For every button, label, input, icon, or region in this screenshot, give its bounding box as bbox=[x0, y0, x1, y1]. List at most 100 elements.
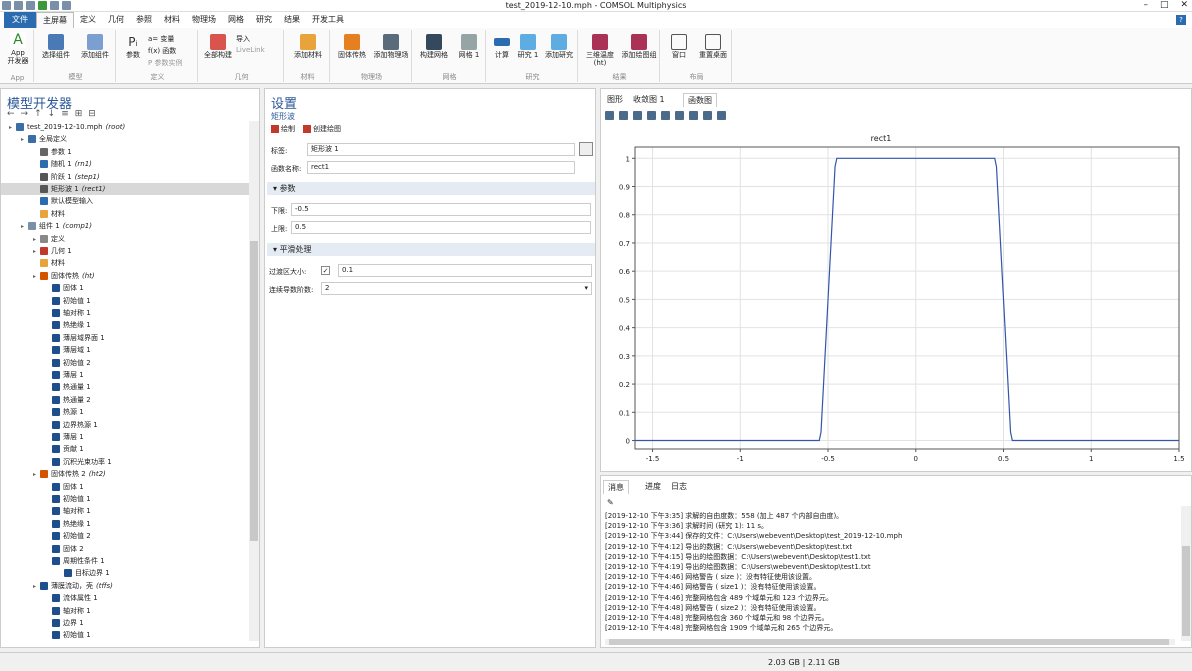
tree-item[interactable]: 轴对称 1 bbox=[1, 505, 249, 517]
heat-transfer-button[interactable]: 固体传热 bbox=[334, 34, 370, 59]
expand-icon[interactable]: ⊞ bbox=[75, 109, 83, 119]
function-name-field[interactable]: rect1 bbox=[307, 161, 575, 174]
tree-item[interactable]: ▸ 组件 1 (comp1) bbox=[1, 220, 249, 232]
table-icon[interactable] bbox=[661, 111, 670, 120]
tree-item[interactable]: ▸ 固体传热 2 (ht2) bbox=[1, 468, 249, 480]
windows-button[interactable]: 窗口 bbox=[664, 34, 694, 59]
parameter-case-button[interactable]: P 参数实例 bbox=[148, 58, 182, 68]
tree-item[interactable]: 随机 1 (rn1) bbox=[1, 158, 249, 170]
tree-item[interactable]: 固体 1 bbox=[1, 282, 249, 294]
build-mesh-button[interactable]: 构建网格 bbox=[416, 34, 452, 59]
tree-item[interactable]: 沉积光束功率 1 bbox=[1, 456, 249, 468]
tree-item[interactable]: 热绝缘 1 bbox=[1, 518, 249, 530]
tree-item[interactable]: 参数 1 bbox=[1, 146, 249, 158]
expand-toggle-icon[interactable]: ▸ bbox=[33, 581, 40, 593]
tree-item[interactable]: 周期性条件 1 bbox=[1, 555, 249, 567]
tree-item[interactable]: 目标边界 1 bbox=[1, 567, 249, 579]
tree-item[interactable]: 阶跃 1 (step1) bbox=[1, 171, 249, 183]
temperature-3d-button[interactable]: 三维温度 (ht) bbox=[582, 34, 618, 67]
tab-study[interactable]: 研究 bbox=[250, 12, 278, 28]
settings-icon[interactable] bbox=[689, 111, 698, 120]
tab-function-plot[interactable]: 函数图 bbox=[683, 93, 717, 107]
reset-desktop-button[interactable]: 重置桌面 bbox=[696, 34, 730, 59]
plot-button[interactable]: 绘制 bbox=[271, 124, 295, 134]
tree-item[interactable]: 流体属性 1 bbox=[1, 592, 249, 604]
tree-item[interactable]: 薄层 1 bbox=[1, 369, 249, 381]
help-icon[interactable]: ? bbox=[1176, 15, 1186, 25]
expand-toggle-icon[interactable]: ▸ bbox=[33, 469, 40, 481]
tree-item[interactable]: 热源 1 bbox=[1, 406, 249, 418]
tree-item[interactable]: 薄层 1 bbox=[1, 431, 249, 443]
print-icon[interactable] bbox=[717, 111, 726, 120]
compute-button[interactable]: 计算 bbox=[490, 34, 514, 59]
messages-scrollbar[interactable] bbox=[1181, 506, 1191, 641]
tree-item[interactable]: 边界热源 1 bbox=[1, 419, 249, 431]
tree-item[interactable]: ▸ 固体传热 (ht) bbox=[1, 270, 249, 282]
label-field[interactable]: 矩形波 1 bbox=[307, 143, 575, 156]
tree-item[interactable]: 材料 bbox=[1, 208, 249, 220]
upper-limit-field[interactable]: 0.5 bbox=[291, 221, 591, 234]
forward-icon[interactable]: → bbox=[21, 109, 29, 119]
tree-item[interactable]: 热通量 2 bbox=[1, 394, 249, 406]
show-icon[interactable]: ≡ bbox=[61, 109, 69, 119]
grid-icon[interactable] bbox=[647, 111, 656, 120]
tree-item[interactable]: 初始值 1 bbox=[1, 629, 249, 641]
tab-results[interactable]: 结果 bbox=[278, 12, 306, 28]
tree-item[interactable]: 矩形波 1 (rect1) bbox=[1, 183, 249, 195]
tab-home[interactable]: 主屏幕 bbox=[36, 12, 74, 28]
tab-log[interactable]: 日志 bbox=[667, 480, 691, 494]
tree-item[interactable]: 薄层域 1 bbox=[1, 344, 249, 356]
tree-item[interactable]: 材料 bbox=[1, 257, 249, 269]
derivative-order-select[interactable]: 2 ▾ bbox=[321, 282, 592, 295]
tab-selections[interactable]: 参照 bbox=[130, 12, 158, 28]
study-1-button[interactable]: 研究 1 bbox=[516, 34, 540, 59]
build-all-button[interactable]: 全部构建 bbox=[202, 34, 234, 59]
add-component-button[interactable]: 添加组件 bbox=[76, 34, 114, 59]
function-plot[interactable]: rect1 -1.5 -1 -0.5 0 0.5 1 1.5 0 0.1 0.2 0.3 0.4 0.5… bbox=[601, 129, 1191, 469]
expand-toggle-icon[interactable]: ▸ bbox=[9, 122, 16, 134]
functions-button[interactable]: f(x) 函数 bbox=[148, 46, 176, 56]
tree-item[interactable]: ▸ 全局定义 bbox=[1, 133, 249, 145]
expand-toggle-icon[interactable]: ▸ bbox=[33, 271, 40, 283]
tree-item[interactable]: 轴对称 1 bbox=[1, 605, 249, 617]
file-menu[interactable]: 文件 bbox=[4, 12, 36, 28]
tab-progress[interactable]: 进度 bbox=[641, 480, 665, 494]
tree-item[interactable]: ▸ 定义 bbox=[1, 233, 249, 245]
lower-limit-field[interactable]: -0.5 bbox=[291, 203, 591, 216]
tab-materials[interactable]: 材料 bbox=[158, 12, 186, 28]
minimize-icon[interactable]: – bbox=[1143, 0, 1148, 10]
up-icon[interactable]: ↑ bbox=[34, 109, 42, 119]
tree-item[interactable]: 初始值 1 bbox=[1, 295, 249, 307]
tree-item[interactable]: 固体 2 bbox=[1, 543, 249, 555]
zoom-out-icon[interactable] bbox=[619, 111, 628, 120]
import-button[interactable]: 导入 bbox=[236, 34, 250, 44]
zoom-extents-icon[interactable] bbox=[633, 111, 642, 120]
tab-geometry[interactable]: 几何 bbox=[102, 12, 130, 28]
add-study-button[interactable]: 添加研究 bbox=[542, 34, 576, 59]
tree-item[interactable]: 轴对称 1 bbox=[1, 307, 249, 319]
tab-definitions[interactable]: 定义 bbox=[74, 12, 102, 28]
close-icon[interactable]: ✕ bbox=[1180, 0, 1188, 10]
maximize-icon[interactable]: □ bbox=[1160, 0, 1169, 10]
tree-item[interactable]: 初始值 1 bbox=[1, 493, 249, 505]
collapse-icon[interactable]: ⊟ bbox=[88, 109, 96, 119]
tree-item[interactable]: 热绝缘 1 bbox=[1, 319, 249, 331]
tree-item[interactable]: 默认模型输入 bbox=[1, 195, 249, 207]
tree-item[interactable]: ▸ 薄膜流动，壳 (tffs) bbox=[1, 580, 249, 592]
tab-convergence[interactable]: 收敛图 1 bbox=[629, 93, 669, 107]
expand-toggle-icon[interactable]: ▸ bbox=[33, 234, 40, 246]
create-plot-button[interactable]: 创建绘图 bbox=[303, 124, 341, 134]
lock-icon[interactable] bbox=[675, 111, 684, 120]
section-smoothing[interactable]: ▾ 平滑处理 bbox=[267, 243, 595, 256]
tree-item[interactable]: 热通量 1 bbox=[1, 381, 249, 393]
tab-physics[interactable]: 物理场 bbox=[186, 12, 222, 28]
add-material-button[interactable]: 添加材料 bbox=[290, 34, 326, 59]
tab-mesh[interactable]: 网格 bbox=[222, 12, 250, 28]
select-component-button[interactable]: 选择组件 bbox=[38, 34, 74, 59]
back-icon[interactable]: ← bbox=[7, 109, 15, 119]
transition-zone-field[interactable]: 0.1 bbox=[338, 264, 592, 277]
scroll-thumb[interactable] bbox=[250, 241, 258, 541]
down-icon[interactable]: ↓ bbox=[48, 109, 56, 119]
notes-icon[interactable] bbox=[579, 142, 593, 156]
tree-item[interactable]: 初始值 2 bbox=[1, 530, 249, 542]
